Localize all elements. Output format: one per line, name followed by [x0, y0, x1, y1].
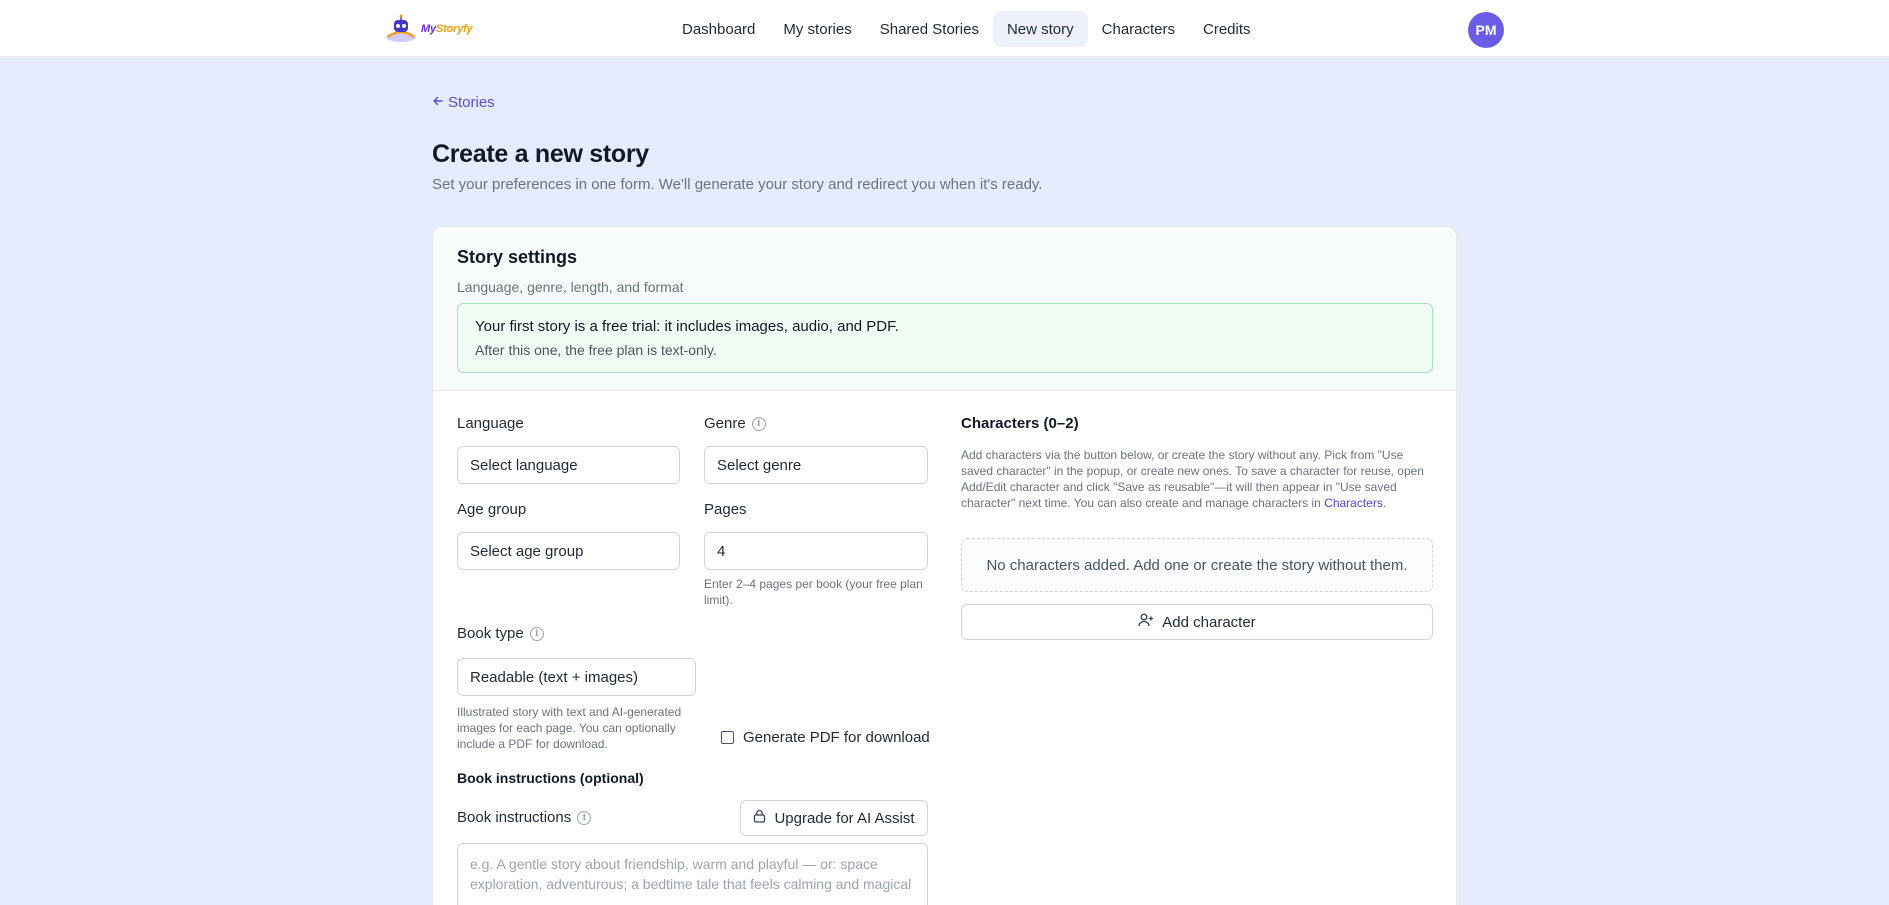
upgrade-ai-assist-button[interactable]: Upgrade for AI Assist [740, 800, 928, 836]
main-nav: Dashboard My stories Shared Stories New … [668, 11, 1265, 47]
brand-name-part1: My [421, 23, 436, 35]
card-header: Story settings Language, genre, length, … [433, 227, 1456, 391]
characters-title: Characters (0–2) [961, 415, 1079, 432]
characters-link[interactable]: Characters [1324, 496, 1383, 510]
pages-label-text: Pages [704, 501, 747, 518]
nav-credits[interactable]: Credits [1189, 11, 1265, 47]
language-label: Language [457, 415, 524, 432]
instructions-section-heading: Book instructions (optional) [457, 770, 644, 786]
book-instructions-textarea[interactable]: e.g. A gentle story about friendship, wa… [457, 843, 928, 905]
robot-logo-icon [384, 13, 418, 45]
user-avatar[interactable]: PM [1468, 12, 1504, 48]
card-title: Story settings [457, 247, 578, 267]
nav-characters[interactable]: Characters [1088, 11, 1189, 47]
book-type-select[interactable]: Readable (text + images) [457, 658, 696, 696]
info-icon[interactable]: i [751, 416, 766, 431]
free-trial-notice: Your first story is a free trial: it inc… [457, 303, 1433, 373]
card-subtitle: Language, genre, length, and format [457, 279, 684, 295]
generate-pdf-label: Generate PDF for download [743, 729, 930, 746]
age-group-label-text: Age group [457, 501, 527, 518]
genre-label-text: Genre [704, 415, 746, 432]
page-title: Create a new story [432, 140, 649, 168]
generate-pdf-option[interactable]: Generate PDF for download [721, 729, 930, 746]
nav-new-story[interactable]: New story [992, 11, 1088, 47]
characters-description: Add characters via the button below, or … [961, 448, 1424, 510]
genre-select[interactable]: Select genre [704, 446, 928, 484]
language-select[interactable]: Select language [457, 446, 680, 484]
age-group-select[interactable]: Select age group [457, 532, 680, 570]
info-icon[interactable]: i [577, 810, 592, 825]
info-icon[interactable]: i [529, 626, 544, 641]
pages-help-text: Enter 2–4 pages per book (your free plan… [704, 577, 923, 607]
brand-name-part2: Storyfy [435, 23, 473, 35]
top-nav-bar: MyStoryfy Dashboard My stories Shared St… [0, 0, 1889, 57]
back-to-stories-link[interactable]: Stories [432, 94, 495, 111]
user-plus-icon [1138, 613, 1154, 631]
age-group-label: Age group [457, 501, 526, 518]
characters-empty-state: No characters added. Add one or create t… [961, 538, 1433, 592]
pages-input[interactable]: 4 [704, 532, 928, 570]
arrow-left-icon [432, 94, 444, 111]
nav-dashboard[interactable]: Dashboard [668, 11, 769, 47]
notice-line-2: After this one, the free plan is text-on… [475, 342, 717, 358]
story-settings-card: Story settings Language, genre, length, … [432, 226, 1457, 905]
add-character-button[interactable]: Add character [961, 604, 1433, 640]
add-character-label: Add character [1162, 613, 1256, 631]
pages-label: Pages [704, 501, 747, 518]
book-type-label: Book type i [457, 625, 544, 642]
upgrade-button-label: Upgrade for AI Assist [774, 809, 915, 827]
lock-icon [753, 809, 766, 827]
brand-name: MyStoryfy [421, 23, 473, 35]
generate-pdf-checkbox[interactable] [721, 731, 734, 744]
nav-my-stories[interactable]: My stories [769, 11, 865, 47]
book-type-help-text: Illustrated story with text and AI-gener… [457, 705, 682, 751]
back-link-label: Stories [448, 94, 495, 111]
instructions-label-text: Book instructions [457, 809, 572, 826]
book-type-label-text: Book type [457, 625, 524, 642]
instructions-label: Book instructions i [457, 809, 592, 826]
language-label-text: Language [457, 415, 524, 432]
genre-label: Genre i [704, 415, 766, 432]
notice-line-1: Your first story is a free trial: it inc… [475, 318, 899, 335]
nav-shared-stories[interactable]: Shared Stories [866, 11, 993, 47]
brand-logo[interactable]: MyStoryfy [384, 12, 473, 46]
page-subtitle: Set your preferences in one form. We'll … [432, 176, 1043, 193]
